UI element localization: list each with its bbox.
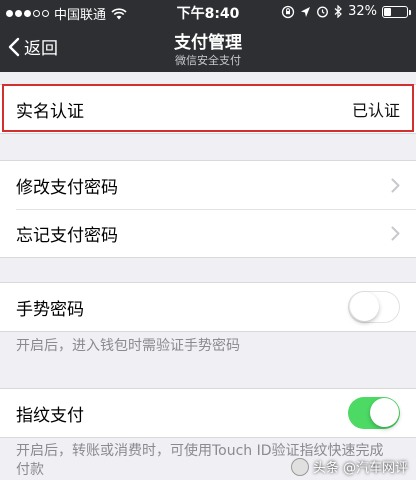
fingerprint-toggle[interactable] xyxy=(348,397,400,429)
fingerprint-group: 指纹支付 xyxy=(0,388,416,438)
change-password-row[interactable]: 修改支付密码 xyxy=(0,161,416,209)
fingerprint-label: 指纹支付 xyxy=(16,405,84,426)
verification-row[interactable]: 实名认证 已认证 xyxy=(0,85,416,133)
navigation-bar: 返回 支付管理 微信安全支付 xyxy=(0,24,416,72)
gesture-toggle[interactable] xyxy=(348,291,400,323)
verification-status: 已认证 xyxy=(351,101,400,120)
gesture-row: 手势密码 xyxy=(0,283,416,331)
avatar xyxy=(290,457,309,476)
watermark: 头条 @汽车网评 xyxy=(290,457,408,476)
chevron-right-icon xyxy=(391,178,400,192)
fingerprint-row: 指纹支付 xyxy=(0,389,416,437)
lock-rotation-icon xyxy=(281,5,295,18)
status-right: 32% xyxy=(281,4,411,19)
toggle-knob xyxy=(370,398,399,427)
toggle-knob xyxy=(350,292,379,321)
bluetooth-icon xyxy=(334,5,342,18)
screen: 中国联通 下午8:40 32% 返回 支付管理 微信安全支付 实名认证 已认证 … xyxy=(0,0,416,480)
top-bar: 中国联通 下午8:40 32% 返回 支付管理 微信安全支付 xyxy=(0,0,416,72)
gesture-note: 开启后，进入钱包时需验证手势密码 xyxy=(16,338,240,354)
battery-level xyxy=(384,7,392,16)
gesture-label: 手势密码 xyxy=(16,299,84,320)
verification-group: 实名认证 已认证 xyxy=(0,84,416,134)
gesture-group: 手势密码 xyxy=(0,282,416,332)
verification-label: 实名认证 xyxy=(16,101,84,122)
status-bar: 中国联通 下午8:40 32% xyxy=(0,0,416,24)
alarm-icon xyxy=(317,6,329,18)
page-title: 支付管理 xyxy=(174,33,242,53)
battery-percent: 32% xyxy=(348,4,377,19)
forgot-password-label: 忘记支付密码 xyxy=(16,225,118,246)
location-icon xyxy=(301,6,311,17)
battery-icon xyxy=(382,5,411,18)
chevron-right-icon xyxy=(391,226,400,240)
forgot-password-row[interactable]: 忘记支付密码 xyxy=(0,209,416,257)
change-password-label: 修改支付密码 xyxy=(16,177,118,198)
page-subtitle: 微信安全支付 xyxy=(175,54,241,67)
password-group: 修改支付密码 忘记支付密码 xyxy=(0,160,416,258)
watermark-text: 头条 @汽车网评 xyxy=(312,461,408,476)
